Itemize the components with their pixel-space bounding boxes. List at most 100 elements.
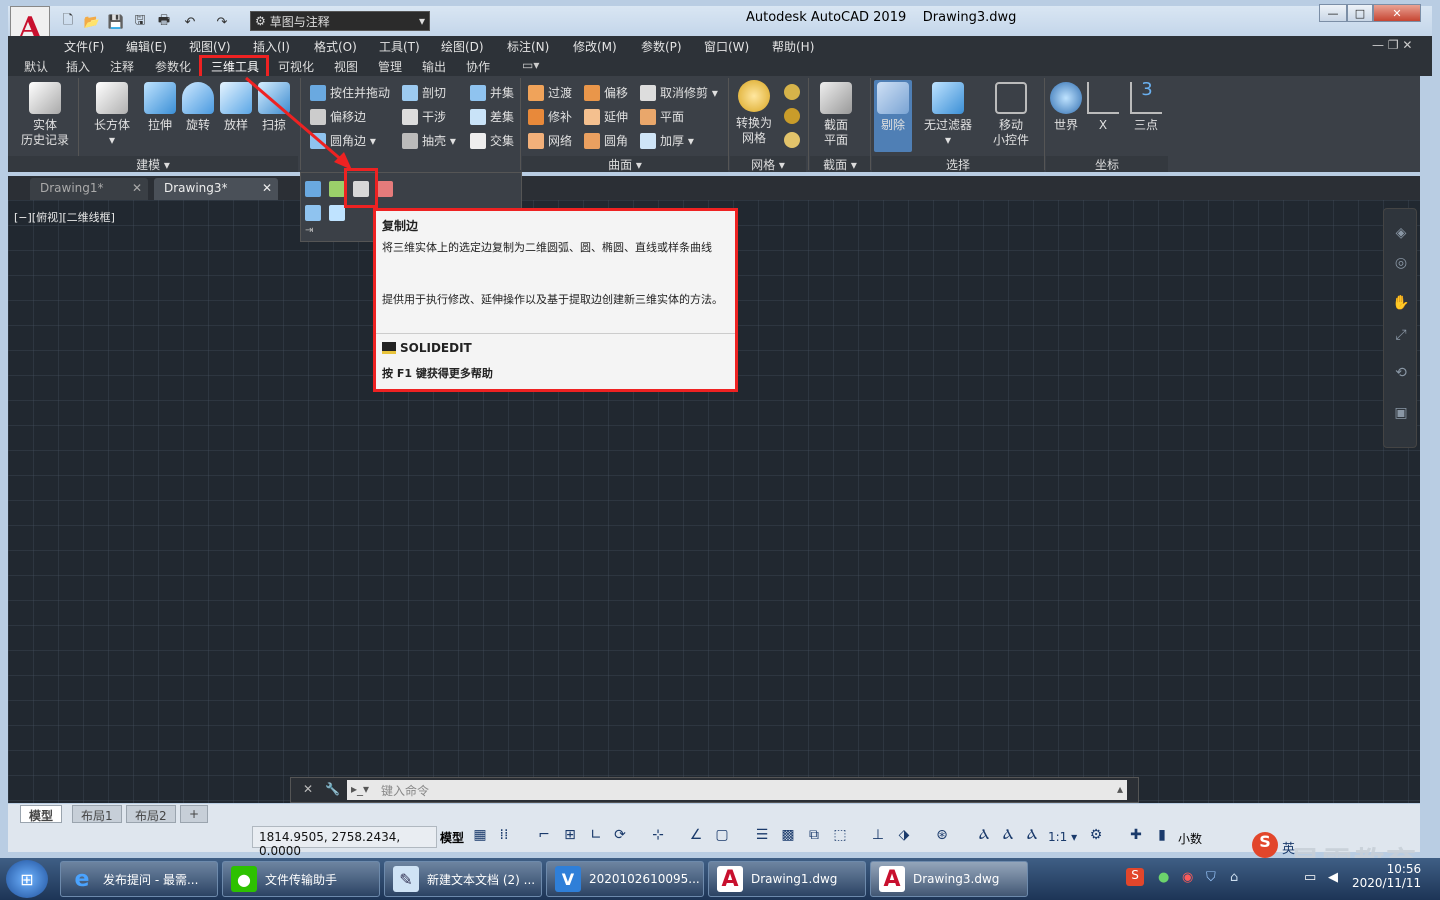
imprint-icon[interactable] (329, 181, 345, 197)
open-file-icon[interactable]: 📂 (82, 12, 102, 32)
offset-faces-icon[interactable] (329, 205, 345, 221)
network-tray-icon[interactable]: ⌂ (1230, 870, 1238, 885)
model-space-toggle[interactable]: 模型 (440, 829, 464, 846)
taskbar-item-wechat[interactable]: ● 文件传输助手 (222, 861, 380, 897)
new-file-icon[interactable]: 🗋 (58, 12, 78, 32)
culling-button[interactable]: 剔除 (874, 80, 912, 152)
tab-manage[interactable]: 管理 (378, 58, 402, 75)
snap-icon[interactable]: ⁞⁞ (494, 827, 514, 847)
menu-parameter[interactable]: 参数(P) (641, 38, 682, 55)
surface-fillet-button[interactable]: 圆角 (584, 132, 628, 149)
maximize-button[interactable]: □ (1347, 4, 1373, 22)
menu-dimension[interactable]: 标注(N) (507, 38, 549, 55)
move-gizmo-button[interactable]: 移动 小控件 (986, 82, 1036, 148)
tab-annotate[interactable]: 注释 (110, 58, 134, 75)
panel-label-surface[interactable]: 曲面 ▾ (522, 156, 728, 172)
viewport-controls[interactable]: [−][俯视][二维线框] (14, 209, 115, 225)
convert-to-mesh-button[interactable]: 转换为 网格 (732, 80, 776, 146)
tab-layout1[interactable]: 布局1 (72, 805, 122, 823)
doc-tab-drawing3[interactable]: Drawing3* ✕ (154, 178, 278, 200)
pan-icon[interactable]: ✋ (1391, 295, 1411, 315)
showmotion-icon[interactable]: ▣ (1391, 405, 1411, 425)
auto-scale-icon[interactable]: Ⲁ (998, 827, 1018, 847)
workspace-dropdown[interactable]: ⚙ 草图与注释 ▾ (250, 11, 430, 31)
ortho-icon[interactable]: ∟ (586, 827, 606, 847)
units-dropdown[interactable]: 小数 (1178, 830, 1202, 847)
shell-button[interactable]: 抽壳 ▾ (402, 132, 456, 149)
wechat-tray-icon[interactable]: ● (1158, 870, 1169, 885)
monitor-icon[interactable]: ▭ (1304, 870, 1316, 885)
sogou-ime-icon[interactable]: S (1126, 868, 1144, 886)
annotation-scale-dropdown[interactable]: 1:1 ▾ (1048, 830, 1077, 844)
coordinates-readout[interactable]: 1814.9505, 2758.2434, 0.0000 (252, 826, 437, 858)
panel-label-coords[interactable]: 坐标 (1046, 156, 1168, 172)
panel-label-section[interactable]: 截面 ▾ (810, 156, 870, 172)
menu-file[interactable]: 文件(F) (64, 38, 104, 55)
selection-filter-icon[interactable]: ⬗ (894, 827, 914, 847)
wrench-icon[interactable]: 🔧 (325, 782, 340, 796)
slice-button[interactable]: 剖切 (402, 84, 446, 101)
steering-wheel-icon[interactable]: ◈ (1391, 225, 1411, 245)
selection-cycling-icon[interactable]: ⧉ (804, 827, 824, 847)
menu-draw[interactable]: 绘图(D) (441, 38, 484, 55)
surface-blend-button[interactable]: 过渡 (528, 84, 572, 101)
ribbon-toggle-icon[interactable]: ▭▾ (522, 58, 539, 72)
surface-extend-button[interactable]: 延伸 (584, 108, 628, 125)
orbit-icon[interactable]: ⟲ (1391, 365, 1411, 385)
minimize-button[interactable]: — (1319, 4, 1347, 22)
annotation-visibility-icon[interactable]: Ⲁ (974, 827, 994, 847)
solid-history-button[interactable]: 实体 历史记录 (18, 82, 72, 148)
menu-edit[interactable]: 编辑(E) (126, 38, 167, 55)
taskbar-item-notepad[interactable]: ✎ 新建文本文档 (2) ... (384, 861, 542, 897)
surface-offset-button[interactable]: 偏移 (584, 84, 628, 101)
panel-label-mesh[interactable]: 网格 ▾ (730, 156, 806, 172)
annotation-scale-icon[interactable]: Ⲁ (1022, 827, 1042, 847)
grid-icon[interactable]: ▦ (470, 827, 490, 847)
zoom-extents-icon[interactable]: ⤢ (1391, 327, 1411, 347)
windows-start-icon[interactable]: ⊞ (6, 860, 48, 898)
menu-tools[interactable]: 工具(T) (379, 38, 420, 55)
close-button[interactable]: ✕ (1373, 4, 1421, 22)
menu-help[interactable]: 帮助(H) (772, 38, 814, 55)
doc-tab-drawing1[interactable]: Drawing1* ✕ (30, 178, 148, 200)
surface-network-button[interactable]: 网络 (528, 132, 572, 149)
shield-icon[interactable]: ⛉ (1206, 870, 1216, 885)
menu-window[interactable]: 窗口(W) (704, 38, 749, 55)
taskbar-item-ie[interactable]: e 发布提问 - 最需... (60, 861, 218, 897)
polar-icon[interactable]: ⟳ (610, 827, 630, 847)
pin-icon[interactable]: ⇥ (305, 225, 313, 236)
weibo-tray-icon[interactable]: ◉ (1182, 870, 1193, 885)
mesh-tool-2[interactable] (784, 108, 800, 124)
lineweight-icon[interactable]: ☰ (752, 827, 772, 847)
taper-faces-icon[interactable] (305, 205, 321, 221)
infer-constraints-icon[interactable]: ⌐ (534, 827, 554, 847)
taskbar-item-video[interactable]: V 2020102610095... (546, 861, 704, 897)
add-layout-button[interactable]: + (180, 805, 209, 823)
command-input[interactable]: ▸_▾ 键入命令 ▴ (347, 780, 1127, 800)
tab-model[interactable]: 模型 (20, 805, 63, 823)
undo-icon[interactable]: ↶ (180, 12, 200, 32)
dynamic-ucs-icon[interactable]: ⊥ (868, 827, 888, 847)
full-navigation-icon[interactable]: ◎ (1391, 255, 1411, 275)
menu-view[interactable]: 视图(V) (189, 38, 231, 55)
tab-layout2[interactable]: 布局2 (126, 805, 176, 823)
doc-window-controls[interactable]: — ❐ ✕ (1372, 38, 1412, 52)
ucs-3point-button[interactable]: 3 三点 (1126, 81, 1166, 133)
units-icon[interactable]: ▮ (1152, 827, 1172, 847)
tab-output[interactable]: 输出 (422, 58, 446, 75)
revolve-button[interactable]: 旋转 (178, 82, 218, 133)
thicken-button[interactable]: 加厚 ▾ (640, 132, 694, 149)
tab-collaborate[interactable]: 协作 (466, 58, 490, 75)
taskbar-item-drawing3[interactable]: A Drawing3.dwg (870, 861, 1028, 897)
save-icon[interactable]: 💾 (106, 12, 126, 32)
interfere-button[interactable]: 干涉 (402, 108, 446, 125)
extrude-faces-icon[interactable] (305, 181, 321, 197)
isodraft-icon[interactable]: ∠ (686, 827, 706, 847)
dynamic-input-icon[interactable]: ⊞ (560, 827, 580, 847)
color-edges-icon[interactable] (377, 181, 393, 197)
redo-icon[interactable]: ↷ (212, 12, 232, 32)
object-snap-tracking-icon[interactable]: ⊹ (648, 827, 668, 847)
mesh-tool-3[interactable] (784, 132, 800, 148)
tab-insert[interactable]: 插入 (66, 58, 90, 75)
no-filter-button[interactable]: 无过滤器 ▾ (918, 82, 978, 148)
